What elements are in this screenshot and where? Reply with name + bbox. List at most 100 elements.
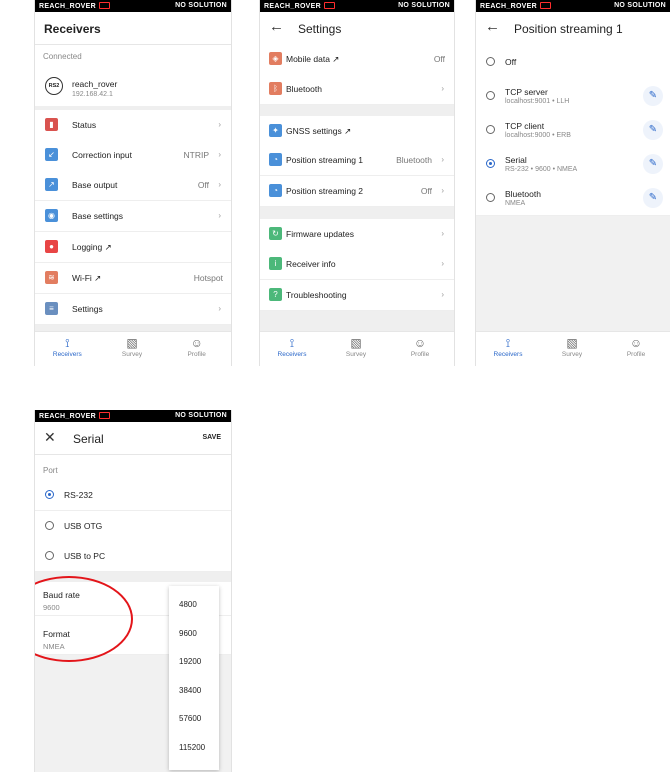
radio-button[interactable] bbox=[486, 57, 495, 66]
list-item-label: Status bbox=[72, 120, 97, 130]
solution-status: NO SOLUTION bbox=[398, 2, 450, 9]
option-detail: localhost:9000 • ERB bbox=[505, 132, 571, 139]
tab-profile[interactable]: ☺ Profile bbox=[164, 336, 229, 358]
tab-profile[interactable]: ☺ Profile bbox=[604, 336, 668, 358]
tab-survey[interactable]: ▧ Survey bbox=[540, 336, 604, 358]
radio-button[interactable] bbox=[486, 91, 495, 100]
list-item[interactable]: ↙ Correction input NTRIP › bbox=[35, 140, 231, 171]
battery-icon bbox=[539, 2, 551, 9]
app-bar: ← Settings bbox=[260, 12, 454, 45]
receiver-badge-icon: RS2 bbox=[45, 77, 63, 95]
tab-receivers[interactable]: ⟟ Receivers bbox=[35, 336, 100, 358]
radio-button[interactable] bbox=[45, 521, 54, 530]
list-item-label: Receiver info bbox=[286, 259, 336, 269]
stream-option[interactable]: Bluetooth NMEA ✎ bbox=[476, 181, 670, 216]
port-option[interactable]: USB to PC bbox=[35, 541, 231, 572]
edit-pencil-icon[interactable]: ✎ bbox=[643, 86, 663, 106]
receiver-card[interactable]: RS2 reach_rover 192.168.42.1 bbox=[35, 68, 231, 107]
baud-rate-option[interactable]: 57600 bbox=[179, 714, 201, 723]
list-item-value: Off bbox=[197, 180, 209, 190]
edit-pencil-icon[interactable]: ✎ bbox=[643, 154, 663, 174]
list-item-label: Settings bbox=[72, 304, 103, 314]
baud-rate-dropdown[interactable]: 4800 9600 19200 38400 57600 115200 bbox=[169, 586, 219, 770]
edit-pencil-icon[interactable]: ✎ bbox=[643, 188, 663, 208]
radio-button[interactable] bbox=[486, 193, 495, 202]
survey-icon: ▧ bbox=[126, 336, 138, 350]
receiver-ip: 192.168.42.1 bbox=[72, 91, 113, 98]
baud-rate-option[interactable]: 19200 bbox=[179, 657, 201, 666]
bottom-tab-bar: ⟟ Receivers ▧ Survey ☺ Profile bbox=[35, 331, 231, 366]
option-detail: RS-232 • 9600 • NMEA bbox=[505, 166, 578, 173]
list-item[interactable]: ◔ Position streaming 2 Off › bbox=[260, 176, 454, 207]
chevron-right-icon: › bbox=[441, 84, 444, 93]
base-output-icon: ↗ bbox=[45, 178, 58, 191]
list-item[interactable]: ▮ Status › bbox=[35, 110, 231, 141]
tab-survey[interactable]: ▧ Survey bbox=[100, 336, 165, 358]
list-item[interactable]: ≡ Settings › bbox=[35, 294, 231, 325]
list-item[interactable]: ? Troubleshooting › bbox=[260, 280, 454, 311]
chevron-right-icon: › bbox=[441, 229, 444, 238]
status-bar: REACH_ROVER NO SOLUTION bbox=[35, 0, 231, 12]
bottom-tab-bar: ⟟ Receivers ▧ Survey ☺ Profile bbox=[260, 331, 454, 366]
section-label: Port bbox=[43, 466, 58, 475]
port-option[interactable]: USB OTG bbox=[35, 511, 231, 542]
edit-pencil-icon[interactable]: ✎ bbox=[643, 120, 663, 140]
radio-selected[interactable] bbox=[45, 490, 54, 499]
stream-option[interactable]: Serial RS-232 • 9600 • NMEA ✎ bbox=[476, 147, 670, 182]
status-bar: REACH_ROVER NO SOLUTION bbox=[476, 0, 670, 12]
list-item-label: GNSS settings ↗ bbox=[286, 126, 352, 136]
stream-option[interactable]: TCP client localhost:9000 • ERB ✎ bbox=[476, 113, 670, 148]
tab-receivers[interactable]: ⟟ Receivers bbox=[260, 336, 324, 358]
baud-rate-option[interactable]: 115200 bbox=[179, 743, 205, 752]
tab-receivers[interactable]: ⟟ Receivers bbox=[476, 336, 540, 358]
list-item[interactable]: ↗ Base output Off › bbox=[35, 170, 231, 201]
baud-rate-option[interactable]: 4800 bbox=[179, 600, 197, 609]
solution-status: NO SOLUTION bbox=[614, 2, 666, 9]
list-item[interactable]: ᛒ Bluetooth › bbox=[260, 74, 454, 105]
list-item[interactable]: ✦ GNSS settings ↗ bbox=[260, 116, 454, 147]
list-item[interactable]: ◔ Position streaming 1 Bluetooth › bbox=[260, 145, 454, 176]
close-icon[interactable]: ✕ bbox=[44, 429, 56, 446]
logging-icon: ● bbox=[45, 240, 58, 253]
list-item[interactable]: ◈ Mobile data ↗ Off bbox=[260, 44, 454, 75]
stream-option[interactable]: TCP server localhost:9001 • LLH ✎ bbox=[476, 79, 670, 114]
radio-button[interactable] bbox=[486, 125, 495, 134]
survey-icon: ▧ bbox=[566, 336, 578, 350]
status-bar: REACH_ROVER NO SOLUTION bbox=[260, 0, 454, 12]
solution-status: NO SOLUTION bbox=[175, 412, 227, 419]
baud-rate-option[interactable]: 9600 bbox=[179, 629, 197, 638]
save-button[interactable]: SAVE bbox=[202, 434, 221, 441]
list-item-value: Off bbox=[420, 186, 432, 196]
port-option[interactable]: RS-232 bbox=[35, 480, 231, 511]
baud-rate-value: 9600 bbox=[43, 603, 60, 612]
list-item-label: Correction input bbox=[72, 150, 133, 160]
settings-icon: ≡ bbox=[45, 302, 58, 315]
back-arrow-icon[interactable]: ← bbox=[269, 18, 284, 35]
receivers-icon: ⟟ bbox=[65, 336, 70, 350]
tab-survey[interactable]: ▧ Survey bbox=[324, 336, 388, 358]
baud-rate-option[interactable]: 38400 bbox=[179, 686, 201, 695]
divider bbox=[35, 572, 231, 582]
list-item[interactable]: ● Logging ↗ bbox=[35, 232, 231, 263]
back-arrow-icon[interactable]: ← bbox=[485, 18, 500, 35]
chevron-right-icon: › bbox=[218, 304, 221, 313]
list-item[interactable]: ↻ Firmware updates › bbox=[260, 219, 454, 250]
radio-button[interactable] bbox=[45, 551, 54, 560]
list-item[interactable]: ≋ Wi-Fi ↗ Hotspot bbox=[35, 263, 231, 294]
status-bar: REACH_ROVER NO SOLUTION bbox=[35, 410, 231, 422]
chevron-right-icon: › bbox=[441, 259, 444, 268]
list-item-label: Troubleshooting bbox=[286, 290, 347, 300]
stream-option[interactable]: Off bbox=[476, 44, 670, 80]
list-item-value: Hotspot bbox=[193, 273, 223, 283]
port-label: USB OTG bbox=[64, 521, 103, 531]
list-item[interactable]: i Receiver info › bbox=[260, 249, 454, 280]
firmware-icon: ↻ bbox=[269, 227, 282, 240]
radio-selected[interactable] bbox=[486, 159, 495, 168]
list-item[interactable]: ◉ Base settings › bbox=[35, 201, 231, 232]
list-item-label: Base output bbox=[72, 180, 118, 190]
correction-input-icon: ↙ bbox=[45, 148, 58, 161]
page-title: Settings bbox=[298, 22, 342, 36]
tab-profile[interactable]: ☺ Profile bbox=[388, 336, 452, 358]
battery-icon bbox=[323, 2, 335, 9]
screen-position-streaming: REACH_ROVER NO SOLUTION ← Position strea… bbox=[475, 0, 670, 366]
